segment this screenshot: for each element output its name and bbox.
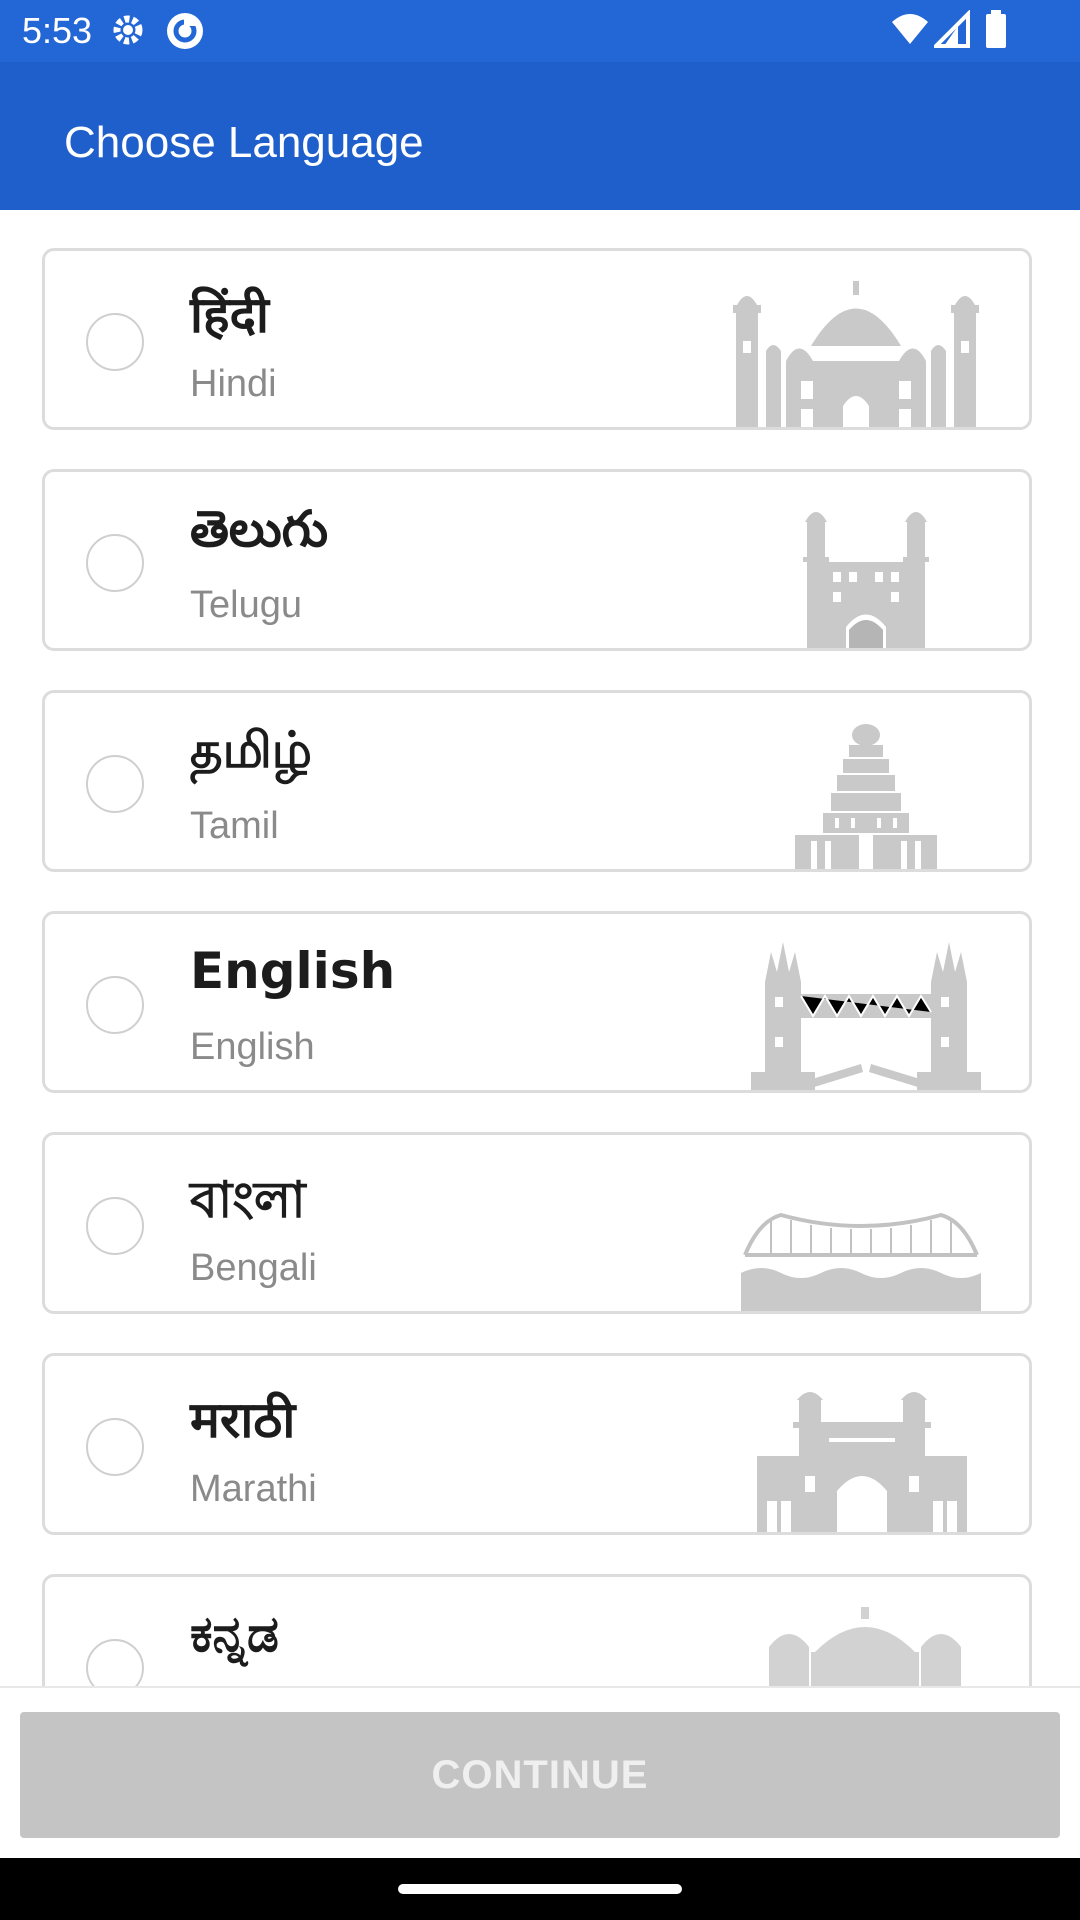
gear-icon bbox=[113, 15, 143, 45]
native-language-name: ಕನ್ನಡ bbox=[190, 1605, 279, 1663]
howrah-bridge-icon bbox=[741, 1212, 981, 1311]
language-option-bengali[interactable]: বাংলা Bengali bbox=[42, 1132, 1032, 1314]
english-language-name: Marathi bbox=[190, 1468, 317, 1510]
english-language-name: English bbox=[190, 1026, 315, 1068]
radio-button[interactable] bbox=[86, 313, 144, 371]
app-bar: Choose Language bbox=[0, 62, 1080, 210]
navigation-bar bbox=[0, 1858, 1080, 1920]
radio-button[interactable] bbox=[86, 1418, 144, 1476]
language-option-telugu[interactable]: తెలుగు Telugu bbox=[42, 469, 1032, 651]
language-option-kannada[interactable]: ಕನ್ನಡ bbox=[42, 1574, 1032, 1686]
english-language-name: Telugu bbox=[190, 584, 302, 626]
radio-button[interactable] bbox=[86, 755, 144, 813]
language-option-tamil[interactable]: தமிழ் Tamil bbox=[42, 690, 1032, 872]
wifi-icon bbox=[892, 14, 928, 44]
continue-button[interactable]: CONTINUE bbox=[20, 1712, 1060, 1838]
page-title: Choose Language bbox=[64, 118, 424, 167]
status-time: 5:53 bbox=[22, 10, 93, 51]
language-list[interactable]: हिंदी Hindi తెలుగు Telugu தமிழ் Tamil En… bbox=[0, 210, 1080, 1686]
native-language-name: English bbox=[190, 942, 396, 1000]
charminar-icon bbox=[803, 512, 929, 648]
language-option-english[interactable]: English English bbox=[42, 911, 1032, 1093]
language-option-marathi[interactable]: मराठी Marathi bbox=[42, 1353, 1032, 1535]
home-gesture-handle[interactable] bbox=[398, 1884, 682, 1894]
native-language-name: தமிழ் bbox=[190, 721, 313, 779]
radio-button[interactable] bbox=[86, 1197, 144, 1255]
radio-button[interactable] bbox=[86, 976, 144, 1034]
signal-icon bbox=[934, 10, 970, 48]
gol-gumbaz-icon bbox=[769, 1607, 961, 1686]
native-language-name: हिंदी bbox=[190, 286, 269, 344]
radio-button[interactable] bbox=[86, 534, 144, 592]
english-language-name: Bengali bbox=[190, 1247, 317, 1289]
temple-gopuram-icon bbox=[795, 724, 937, 869]
radio-button[interactable] bbox=[86, 1639, 144, 1686]
language-option-hindi[interactable]: हिंदी Hindi bbox=[42, 248, 1032, 430]
tower-bridge-icon bbox=[751, 942, 981, 1090]
gateway-of-india-icon bbox=[757, 1392, 967, 1532]
battery-icon bbox=[986, 10, 1006, 48]
taj-mahal-icon bbox=[733, 281, 979, 427]
english-language-name: Tamil bbox=[190, 805, 279, 847]
native-language-name: বাংলা bbox=[190, 1171, 306, 1229]
bottom-action-bar: CONTINUE bbox=[0, 1686, 1080, 1860]
english-language-name: Hindi bbox=[190, 363, 277, 405]
status-bar: 5:53 bbox=[0, 0, 1080, 62]
native-language-name: తెలుగు bbox=[190, 500, 329, 558]
native-language-name: मराठी bbox=[190, 1391, 296, 1449]
sync-app-icon bbox=[167, 13, 203, 49]
